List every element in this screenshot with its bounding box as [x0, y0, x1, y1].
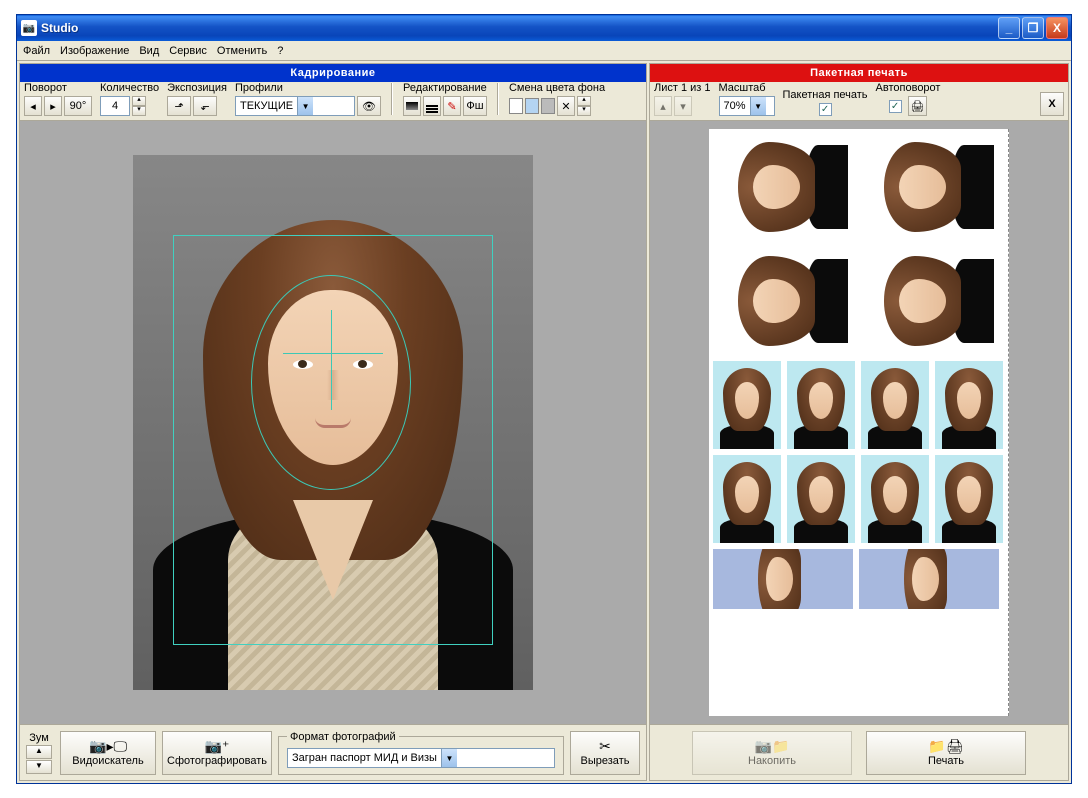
sheet-group: Лист 1 из 1 ▴ ▾ — [654, 82, 711, 116]
sheet-thumb[interactable] — [713, 133, 853, 241]
sheet-thumb[interactable] — [713, 361, 781, 449]
batchprint-group: Пакетная печать ✓ — [783, 89, 868, 116]
sheet-thumb[interactable] — [787, 361, 855, 449]
bgcolor-none[interactable]: ✕ — [557, 96, 575, 116]
menu-bar: Файл Изображение Вид Сервис Отменить ? — [17, 41, 1071, 61]
sheet-thumb[interactable] — [861, 361, 929, 449]
profiles-group: Профили ТЕКУЩИЕ▼ 👁 — [235, 82, 381, 116]
batch-bottom-bar: 📷📁 Накопить 📁🖨 Печать — [650, 724, 1068, 780]
maximize-button[interactable]: ❐ — [1022, 17, 1044, 39]
photo-canvas[interactable] — [20, 121, 646, 724]
close-button[interactable]: X — [1046, 17, 1068, 39]
app-window: 📷 Studio _ ❐ X Файл Изображение Вид Серв… — [16, 14, 1072, 784]
accumulate-button[interactable]: 📷📁 Накопить — [692, 731, 852, 775]
bgcolor-group: Смена цвета фона ✕ ▴▾ — [509, 82, 605, 116]
edit-tool-1[interactable] — [403, 96, 421, 116]
batch-close-button[interactable]: X — [1040, 92, 1064, 116]
crop-toolbar: Поворот ◂ ▸ 90° Количество 4 ▴▾ Экспозиц — [20, 82, 646, 121]
sheet-thumb[interactable] — [861, 455, 929, 543]
bgcolor-lightblue[interactable] — [525, 98, 539, 114]
menu-undo[interactable]: Отменить — [217, 45, 267, 57]
guide-vertical — [331, 310, 332, 410]
crop-bottom-bar: Зум ▲ ▼ 📷▸🖵 Видоискатель 📷⁺ Сфотографиро… — [20, 724, 646, 780]
menu-help[interactable]: ? — [277, 45, 283, 57]
zoom-in-button[interactable]: ▲ — [26, 745, 52, 759]
sheet-next-button[interactable]: ▾ — [674, 96, 692, 116]
sheet-thumb[interactable] — [859, 247, 999, 355]
batchprint-checkbox[interactable]: ✓ — [819, 103, 832, 116]
camera-monitor-icon: 📷▸🖵 — [89, 739, 127, 753]
rotate-angle[interactable]: 90° — [64, 96, 92, 116]
edit-photoshop[interactable]: Фш — [463, 96, 487, 116]
profile-apply-button[interactable]: 👁 — [357, 96, 381, 116]
crop-panel: Кадрирование Поворот ◂ ▸ 90° Количество … — [19, 63, 647, 781]
rotate-left-button[interactable]: ◂ — [24, 96, 42, 116]
sheet-thumb[interactable] — [713, 455, 781, 543]
sheet-prev-button[interactable]: ▴ — [654, 96, 672, 116]
sheet-thumb[interactable] — [787, 455, 855, 543]
menu-view[interactable]: Вид — [139, 45, 159, 57]
batch-panel: Пакетная печать Лист 1 из 1 ▴ ▾ Масштаб … — [649, 63, 1069, 781]
zoom-out-button[interactable]: ▼ — [26, 760, 52, 774]
batch-toolbar: Лист 1 из 1 ▴ ▾ Масштаб 70%▼ Пакетная пе… — [650, 82, 1068, 121]
sheet-thumb[interactable] — [859, 133, 999, 241]
editing-group: Редактирование ✎ Фш — [403, 82, 487, 116]
autorotate-checkbox[interactable]: ✓ — [889, 100, 902, 113]
sheet-thumb[interactable] — [859, 549, 999, 609]
quantity-input[interactable]: 4 — [100, 96, 130, 116]
batch-panel-header: Пакетная печать — [650, 64, 1068, 82]
guide-horizontal — [283, 353, 383, 354]
viewfinder-button[interactable]: 📷▸🖵 Видоискатель — [60, 731, 156, 775]
scale-dropdown[interactable]: 70%▼ — [719, 96, 775, 116]
sheet-preview[interactable] — [650, 121, 1068, 724]
title-bar: 📷 Studio _ ❐ X — [17, 15, 1071, 41]
autorotate-group: Автоповорот ✓ 🖨 — [876, 82, 941, 116]
camera-folder-icon: 📷📁 — [755, 739, 790, 753]
camera-add-icon: 📷⁺ — [205, 739, 230, 753]
cut-button[interactable]: ✂ Вырезать — [570, 731, 640, 775]
sheet-thumb[interactable] — [713, 247, 853, 355]
bgcolor-spinner[interactable]: ▴▾ — [577, 96, 591, 116]
crop-panel-header: Кадрирование — [20, 64, 646, 82]
rotate-right-button[interactable]: ▸ — [44, 96, 62, 116]
sheet-thumb[interactable] — [935, 455, 1003, 543]
exposure-decrease-button[interactable]: ⬏ — [167, 96, 191, 116]
exposure-increase-button[interactable]: ⬐ — [193, 96, 217, 116]
quantity-spinner[interactable]: ▴▾ — [132, 96, 146, 116]
bgcolor-gray[interactable] — [541, 98, 555, 114]
edit-brush[interactable]: ✎ — [443, 96, 461, 116]
scissors-icon: ✂ — [599, 739, 611, 753]
window-title: Studio — [41, 21, 998, 35]
app-icon: 📷 — [21, 20, 37, 36]
scale-group: Масштаб 70%▼ — [719, 82, 775, 116]
sheet-thumb[interactable] — [713, 549, 853, 609]
quantity-group: Количество 4 ▴▾ — [100, 82, 159, 116]
bgcolor-white[interactable] — [509, 98, 523, 114]
profiles-dropdown[interactable]: ТЕКУЩИЕ▼ — [235, 96, 355, 116]
menu-image[interactable]: Изображение — [60, 45, 129, 57]
print-settings-button[interactable]: 🖨 — [908, 96, 928, 116]
sheet-thumb[interactable] — [935, 361, 1003, 449]
menu-file[interactable]: Файл — [23, 45, 50, 57]
zoom-group: Зум ▲ ▼ — [26, 732, 52, 774]
menu-service[interactable]: Сервис — [169, 45, 207, 57]
rotate-group: Поворот ◂ ▸ 90° — [24, 82, 92, 116]
format-dropdown[interactable]: Загран паспорт МИД и Визы▼ — [287, 748, 555, 768]
exposure-group: Экспозиция ⬏ ⬐ — [167, 82, 227, 116]
edit-tool-2[interactable] — [423, 96, 441, 116]
print-button[interactable]: 📁🖨 Печать — [866, 731, 1026, 775]
folder-printer-icon: 📁🖨 — [928, 739, 963, 753]
shoot-button[interactable]: 📷⁺ Сфотографировать — [162, 731, 272, 775]
format-fieldset: Формат фотографий Загран паспорт МИД и В… — [278, 731, 564, 775]
minimize-button[interactable]: _ — [998, 17, 1020, 39]
